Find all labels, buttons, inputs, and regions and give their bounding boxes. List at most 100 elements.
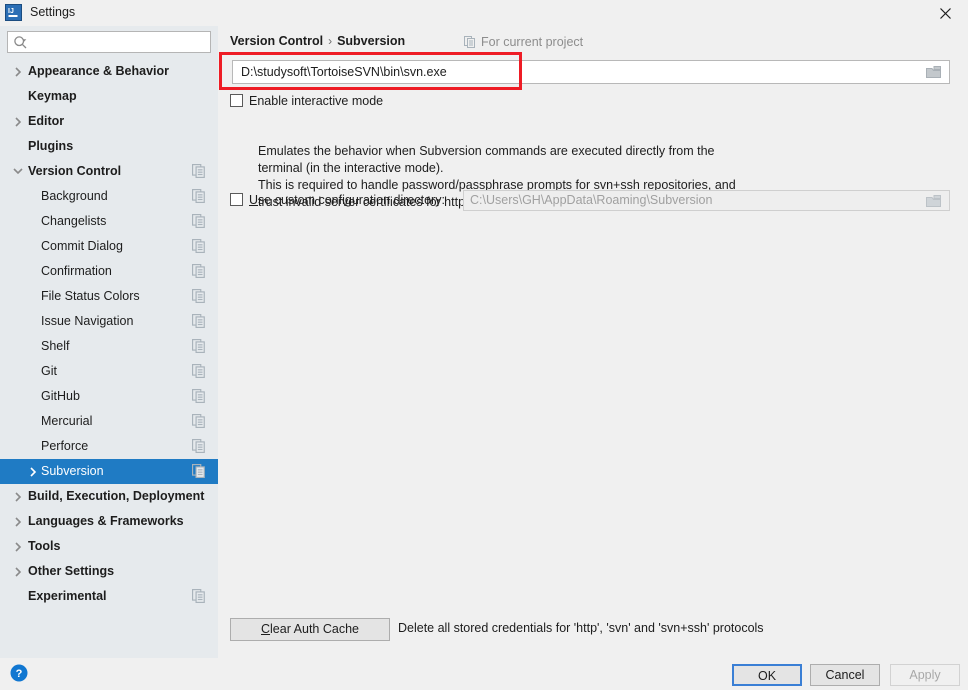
use-custom-config-dir-row[interactable]: Use custom configuration directory:: [230, 193, 445, 207]
sidebar-item-label: Build, Execution, Deployment: [28, 489, 205, 503]
settings-tree: Appearance & Behavior Keymap Editor Plugins…: [0, 59, 218, 658]
sidebar-item-label: Tools: [28, 539, 61, 553]
project-scope-icon: [192, 239, 206, 253]
chevron-right-icon[interactable]: [12, 534, 24, 559]
search-input[interactable]: [33, 32, 208, 52]
description-line: terminal (in the interactive mode).: [258, 161, 444, 175]
settings-dialog: IJ Settings Appearance & Behavior Keymap…: [0, 0, 968, 690]
dialog-footer: ? OK Cancel Apply: [0, 658, 968, 690]
sidebar-item-subversion[interactable]: Subversion: [0, 459, 218, 484]
sidebar-item-label: Version Control: [28, 164, 122, 178]
sidebar-item-changelists[interactable]: Changelists: [0, 209, 218, 234]
mnemonic-letter: C: [261, 622, 271, 636]
close-icon[interactable]: [922, 0, 968, 26]
project-scope-icon: [192, 439, 206, 453]
description-line: Emulates the behavior when Subversion co…: [258, 144, 715, 158]
cancel-button[interactable]: Cancel: [810, 664, 880, 686]
breadcrumb-parent[interactable]: Version Control: [230, 34, 323, 48]
title-bar: IJ Settings: [0, 0, 968, 26]
mnemonic-letter: U: [249, 193, 259, 207]
svg-text:?: ?: [16, 668, 23, 680]
sidebar-item-experimental[interactable]: Experimental: [0, 584, 218, 609]
use-custom-config-dir-checkbox[interactable]: [230, 193, 243, 206]
ok-button[interactable]: OK: [732, 664, 802, 686]
chevron-right-icon[interactable]: [12, 509, 24, 534]
project-scope-icon: [192, 314, 206, 328]
chevron-down-icon[interactable]: [12, 159, 24, 184]
folder-browse-icon: [919, 191, 949, 210]
custom-config-dir-value: C:\Users\GH\AppData\Roaming\Subversion: [470, 193, 713, 207]
sidebar-item-label: Keymap: [28, 89, 77, 103]
use-custom-config-dir-label: Use custom configuration directory:: [249, 193, 445, 207]
chevron-right-icon[interactable]: [12, 559, 24, 584]
help-icon[interactable]: ?: [10, 664, 28, 682]
chevron-right-icon[interactable]: [12, 59, 24, 84]
project-scope-icon: [192, 364, 206, 378]
sidebar-item-label: Changelists: [41, 214, 107, 228]
chevron-right-icon[interactable]: [12, 109, 24, 134]
project-scope-icon: [192, 339, 206, 353]
enable-interactive-mode-row[interactable]: Enable interactive mode: [230, 94, 383, 108]
project-scope-icon: [192, 414, 206, 428]
sidebar-item-label: File Status Colors: [41, 289, 140, 303]
sidebar-item-languages-frameworks[interactable]: Languages & Frameworks: [0, 509, 218, 534]
sidebar-item-commit-dialog[interactable]: Commit Dialog: [0, 234, 218, 259]
search-icon: [13, 35, 29, 51]
svn-path-row: [218, 60, 968, 86]
label-rest: se custom configuration directory:: [258, 193, 445, 207]
sidebar-item-mercurial[interactable]: Mercurial: [0, 409, 218, 434]
sidebar-item-editor[interactable]: Editor: [0, 109, 218, 134]
breadcrumb-separator: ›: [328, 34, 333, 48]
sidebar-item-label: Mercurial: [41, 414, 93, 428]
project-scope-icon: [192, 214, 206, 228]
settings-sidebar: Appearance & Behavior Keymap Editor Plugins…: [0, 26, 218, 658]
svg-text:IJ: IJ: [8, 8, 14, 15]
sidebar-item-label: Subversion: [41, 464, 104, 478]
project-scope-icon: [192, 389, 206, 403]
chevron-right-icon[interactable]: [12, 484, 24, 509]
scope-note: For current project: [464, 35, 583, 51]
sidebar-item-appearance-behavior[interactable]: Appearance & Behavior: [0, 59, 218, 84]
custom-config-dir-field: C:\Users\GH\AppData\Roaming\Subversion: [463, 190, 950, 211]
sidebar-item-build-execution-deployment[interactable]: Build, Execution, Deployment: [0, 484, 218, 509]
sidebar-item-label: GitHub: [41, 389, 80, 403]
sidebar-item-background[interactable]: Background: [0, 184, 218, 209]
enable-interactive-mode-checkbox[interactable]: [230, 94, 243, 107]
sidebar-item-label: Background: [41, 189, 108, 203]
project-scope-icon: [192, 189, 206, 203]
clear-auth-cache-button[interactable]: Clear Auth Cache: [230, 618, 390, 641]
folder-browse-icon[interactable]: [919, 61, 949, 83]
sidebar-item-other-settings[interactable]: Other Settings: [0, 559, 218, 584]
project-scope-icon: [192, 289, 206, 303]
sidebar-item-shelf[interactable]: Shelf: [0, 334, 218, 359]
sidebar-item-issue-navigation[interactable]: Issue Navigation: [0, 309, 218, 334]
chevron-right-icon[interactable]: [27, 459, 39, 484]
sidebar-item-file-status-colors[interactable]: File Status Colors: [0, 284, 218, 309]
sidebar-item-label: Commit Dialog: [41, 239, 123, 253]
breadcrumb-current: Subversion: [337, 34, 406, 48]
sidebar-item-perforce[interactable]: Perforce: [0, 434, 218, 459]
sidebar-item-git[interactable]: Git: [0, 359, 218, 384]
scope-note-label: For current project: [481, 35, 584, 49]
sidebar-item-label: Editor: [28, 114, 65, 128]
clear-auth-cache-label: lear Auth Cache: [270, 622, 359, 636]
sidebar-item-label: Appearance & Behavior: [28, 64, 170, 78]
sidebar-item-plugins[interactable]: Plugins: [0, 134, 218, 159]
search-box[interactable]: [7, 31, 211, 53]
sidebar-item-github[interactable]: GitHub: [0, 384, 218, 409]
sidebar-item-label: Languages & Frameworks: [28, 514, 184, 528]
svn-executable-path-field[interactable]: [232, 60, 950, 84]
svn-executable-path-input[interactable]: [239, 61, 919, 83]
project-scope-icon: [192, 164, 206, 178]
sidebar-item-version-control[interactable]: Version Control: [0, 159, 218, 184]
project-scope-icon: [192, 464, 206, 478]
intellij-idea-logo-icon: IJ: [5, 4, 22, 21]
sidebar-item-label: Experimental: [28, 589, 107, 603]
project-scope-icon: [192, 589, 206, 603]
project-scope-icon: [192, 264, 206, 278]
sidebar-item-label: Issue Navigation: [41, 314, 134, 328]
sidebar-item-confirmation[interactable]: Confirmation: [0, 259, 218, 284]
sidebar-item-label: Other Settings: [28, 564, 115, 578]
sidebar-item-tools[interactable]: Tools: [0, 534, 218, 559]
sidebar-item-keymap[interactable]: Keymap: [0, 84, 218, 109]
